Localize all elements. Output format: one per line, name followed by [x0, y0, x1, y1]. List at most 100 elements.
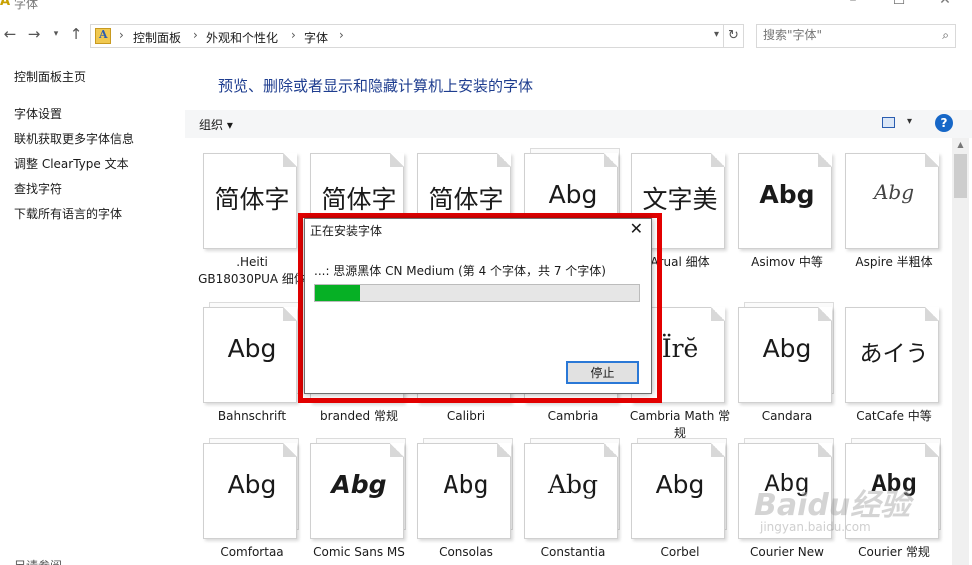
font-tile[interactable]: Abg Asimov 中等	[736, 153, 838, 283]
font-file-icon: Abg	[738, 153, 832, 249]
font-label: Bahnschrift	[217, 409, 287, 423]
font-file-icon: あイう	[845, 307, 939, 403]
font-label: Consolas	[439, 545, 493, 559]
sidebar-item-online-font-info[interactable]: 联机获取更多字体信息	[14, 130, 134, 147]
vertical-scrollbar[interactable]: ▲	[952, 138, 969, 565]
view-dropdown-icon[interactable]: ▾	[907, 116, 912, 127]
fonts-app-icon: A	[0, 0, 11, 9]
font-tile[interactable]: あイう CatCafe 中等	[843, 307, 945, 437]
sidebar-item-font-settings[interactable]: 字体设置	[14, 105, 62, 122]
sidebar-item-control-panel-home[interactable]: 控制面板主页	[14, 68, 86, 85]
close-window-button[interactable]: ✕	[922, 0, 968, 12]
font-sample: Abg	[331, 470, 387, 499]
dialog-title: 正在安装字体	[310, 224, 383, 238]
help-icon[interactable]: ?	[935, 114, 953, 132]
font-sample: Abg	[762, 334, 812, 363]
breadcrumb-appearance[interactable]: 外观和个性化	[206, 29, 278, 46]
command-toolbar: 组织 ▾ ▾ ?	[185, 110, 972, 138]
organize-button[interactable]: 组织 ▾	[199, 116, 233, 133]
font-family-icon: Abg	[845, 443, 939, 539]
search-icon[interactable]: ⌕	[942, 28, 949, 43]
font-family-icon: Abg	[310, 443, 404, 539]
fonts-folder-icon	[95, 28, 111, 44]
font-label: Calibri	[446, 409, 486, 423]
font-sample: Abg	[759, 180, 815, 209]
font-sample: Abg	[871, 470, 917, 499]
font-sample: Abg	[548, 180, 598, 209]
font-label: branded 常规	[320, 409, 398, 423]
font-label: Comic Sans MS	[313, 545, 405, 559]
page-title: 预览、删除或者显示和隐藏计算机上安装的字体	[218, 77, 534, 95]
sidebar: 控制面板主页 字体设置 联机获取更多字体信息 调整 ClearType 文本 查…	[0, 60, 185, 565]
font-family-tile[interactable]: Abg Comic Sans MS	[308, 438, 410, 565]
navigation-bar: ← → ▾ ↑ › 控制面板 › 外观和个性化 › 字体 › ▾ ↻ ⌕	[0, 22, 972, 48]
font-family-tile[interactable]: Abg Corbel	[629, 438, 731, 565]
up-arrow-icon[interactable]: ↑	[66, 25, 86, 43]
font-sample: 简体字	[214, 185, 290, 214]
font-family-icon: Abg	[203, 307, 297, 403]
font-tile[interactable]: Abg Aspire 半粗体	[843, 153, 945, 283]
breadcrumb-separator-icon: ›	[193, 28, 198, 42]
font-family-tile[interactable]: Abg Constantia	[522, 438, 624, 565]
font-sample: Abg	[655, 470, 705, 499]
back-arrow-icon[interactable]: ←	[0, 25, 20, 43]
font-label: .Heiti GB18030PUA 细体	[198, 255, 306, 286]
font-label: Constantia	[540, 545, 606, 559]
breadcrumb-separator-icon: ›	[291, 28, 296, 42]
minimize-button[interactable]: –	[830, 0, 876, 12]
sidebar-see-also-heading: 另请参阅	[14, 557, 62, 565]
font-family-tile[interactable]: Abg Candara	[736, 302, 838, 437]
font-label: Cambria Math 常规	[629, 409, 731, 440]
stop-button[interactable]: 停止	[566, 361, 639, 384]
breadcrumb-control-panel[interactable]: 控制面板	[133, 29, 181, 46]
refresh-icon[interactable]: ↻	[724, 24, 744, 48]
title-bar: A 字体 – ☐ ✕	[0, 0, 972, 12]
breadcrumb-fonts[interactable]: 字体	[304, 29, 328, 46]
font-label: CatCafe 中等	[856, 409, 932, 423]
font-family-tile[interactable]: Abg Courier New	[736, 438, 838, 565]
forward-arrow-icon[interactable]: →	[24, 25, 44, 43]
font-family-icon: Abg	[738, 443, 832, 539]
font-label: Comfortaa	[220, 545, 284, 559]
font-sample: 简体字	[321, 185, 397, 214]
installing-fonts-dialog: 正在安装字体 ✕ ...: 思源黑体 CN Medium (第 4 个字体，共 …	[304, 218, 652, 394]
font-family-icon: Abg	[203, 443, 297, 539]
font-tile[interactable]: 简体字 .Heiti GB18030PUA 细体	[198, 153, 306, 286]
dialog-close-icon[interactable]: ✕	[630, 219, 643, 238]
sidebar-item-download-fonts[interactable]: 下载所有语言的字体	[14, 205, 122, 222]
font-label: Cambria	[547, 409, 599, 423]
font-family-tile[interactable]: Abg Comfortaa	[201, 438, 303, 565]
font-sample: Abg	[764, 470, 810, 499]
font-sample: 文字美	[642, 185, 718, 214]
font-family-icon: Abg	[417, 443, 511, 539]
sidebar-item-cleartype[interactable]: 调整 ClearType 文本	[14, 155, 129, 172]
scroll-thumb[interactable]	[954, 154, 967, 198]
breadcrumb-separator-icon: ›	[339, 28, 344, 42]
font-sample: Abg	[227, 334, 277, 363]
font-label: Corbel	[660, 545, 700, 559]
maximize-button[interactable]: ☐	[876, 0, 922, 12]
search-box[interactable]: ⌕	[756, 24, 956, 48]
scroll-up-icon[interactable]: ▲	[952, 140, 969, 149]
window-title: 字体	[14, 0, 39, 11]
font-sample: Abg	[547, 470, 599, 499]
search-input[interactable]	[763, 28, 933, 42]
font-sample: Abg	[443, 470, 489, 499]
font-label: Aspire 半粗体	[855, 255, 933, 269]
breadcrumb-separator-icon: ›	[119, 28, 124, 42]
font-sample: あイう	[859, 341, 929, 367]
font-family-tile[interactable]: Abg Consolas	[415, 438, 517, 565]
font-family-tile[interactable]: Abg Courier 常规	[843, 438, 945, 565]
recent-locations-chevron-icon[interactable]: ▾	[46, 29, 66, 39]
view-options-icon[interactable]	[882, 117, 895, 128]
font-label: Candara	[761, 409, 813, 423]
font-sample: 简体字	[428, 185, 504, 214]
font-family-tile[interactable]: Abg Bahnschrift	[201, 302, 303, 437]
sidebar-item-find-character[interactable]: 查找字符	[14, 180, 62, 197]
font-sample: Abg	[227, 470, 277, 499]
font-label: Asimov 中等	[751, 255, 823, 269]
address-bar[interactable]: › 控制面板 › 外观和个性化 › 字体 › ▾	[90, 24, 724, 48]
install-progress-bar	[314, 284, 640, 302]
address-dropdown-icon[interactable]: ▾	[714, 29, 719, 40]
font-family-icon: Abg	[738, 307, 832, 403]
